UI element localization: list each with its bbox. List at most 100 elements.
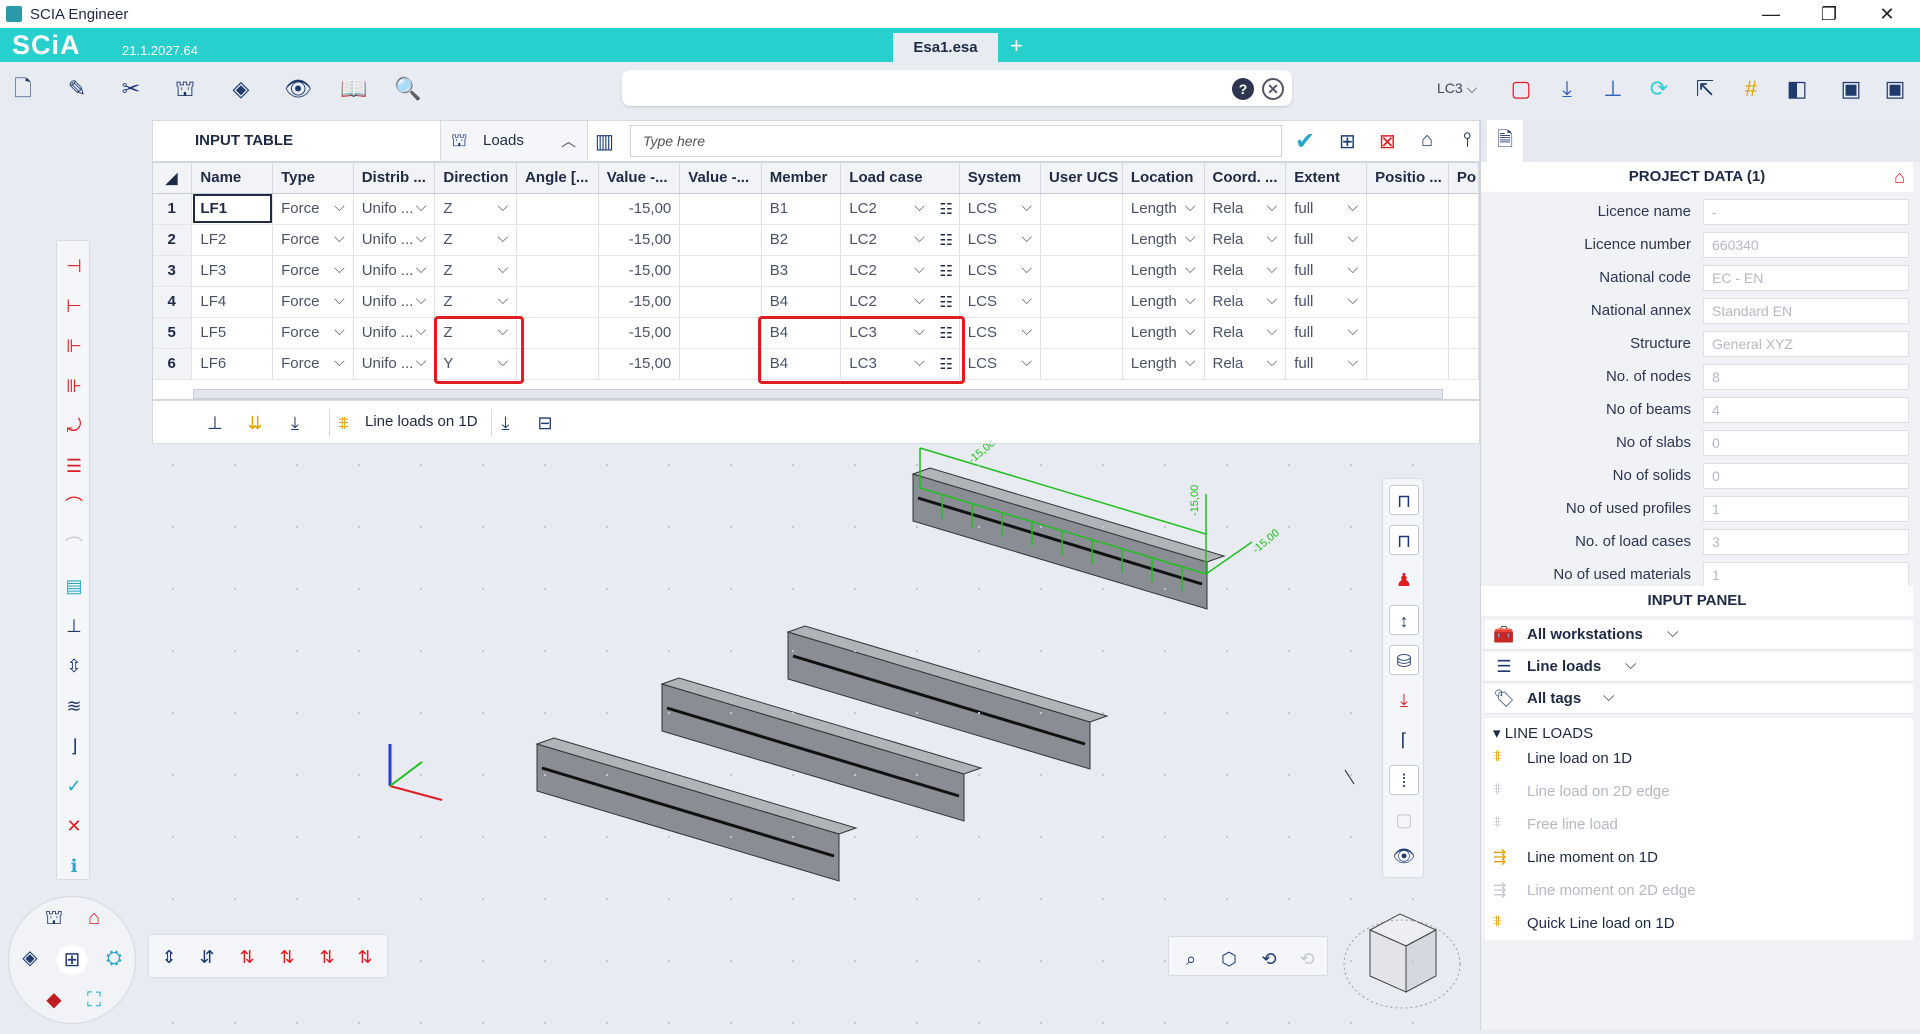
cell-empty[interactable] xyxy=(1448,286,1479,318)
cell-load-case[interactable]: LC2 ☷ ⌵ xyxy=(840,286,960,318)
cell-empty[interactable] xyxy=(1040,193,1123,225)
table-row[interactable]: 4LF4ForceUnifo ...Z-15,00B4LC2☷⌵LCSLengt… xyxy=(153,286,1479,318)
info-tool-icon[interactable]: ℹ xyxy=(63,855,85,877)
cell-distrib[interactable]: Unifo ... xyxy=(353,224,436,256)
col-header[interactable]: Value -... xyxy=(598,163,681,194)
view-icon[interactable]: 👁 xyxy=(284,76,312,102)
col-header[interactable]: Direction xyxy=(434,163,518,194)
cell-extent[interactable]: full xyxy=(1285,193,1368,225)
model-ws-icon[interactable]: ◈ xyxy=(15,943,45,973)
cell-coord[interactable]: Rela xyxy=(1204,286,1287,318)
load-case-list-icon[interactable]: ☷ xyxy=(939,231,952,249)
cell-type[interactable]: Force xyxy=(272,286,354,318)
cell-empty[interactable] xyxy=(516,317,599,349)
cell-location[interactable]: Length xyxy=(1122,348,1205,380)
cell-empty[interactable] xyxy=(679,286,762,318)
cell-direction[interactable]: Z xyxy=(434,286,518,318)
cell-n[interactable]: 1 xyxy=(153,193,193,225)
cell-load-case[interactable]: LC2 ☷ ⌵ xyxy=(840,224,960,256)
delete-row-icon[interactable]: ⊠ xyxy=(1379,129,1396,154)
col-header[interactable]: User UCS xyxy=(1040,163,1123,194)
window-b-icon[interactable]: ▣ xyxy=(1882,76,1908,102)
cell-empty[interactable] xyxy=(1040,224,1123,256)
cell-direction[interactable]: Z xyxy=(434,255,518,287)
col-header[interactable]: Name xyxy=(191,163,274,194)
move-icon[interactable]: ⇕ xyxy=(157,945,181,969)
table-row[interactable]: 2LF2ForceUnifo ...Z-15,00B2LC2☷⌵LCSLengt… xyxy=(153,224,1479,256)
confirm-icon[interactable]: ✔ xyxy=(1295,127,1315,156)
columns-icon[interactable]: ▥ xyxy=(595,129,614,154)
graph-icon[interactable]: ⇱ xyxy=(1692,76,1718,102)
cell-empty[interactable] xyxy=(1448,193,1479,225)
grid-points-icon[interactable]: ⁞ xyxy=(1389,765,1419,795)
category-filter[interactable]: ☰ Line loads ⌵ xyxy=(1485,652,1913,682)
cell-empty[interactable] xyxy=(516,348,599,380)
rect-select-icon[interactable]: ▢ xyxy=(1508,76,1534,102)
cell-value[interactable]: -15,00 xyxy=(598,193,681,225)
snap-icon[interactable]: ⤓ xyxy=(1554,76,1580,102)
cell-load-case[interactable]: LC2 ☷ ⌵ xyxy=(840,193,960,225)
layout-icon[interactable]: ◧ xyxy=(1784,76,1810,102)
add-tab-button[interactable]: + xyxy=(1010,33,1023,59)
load-tool-item[interactable]: ⩨ Quick Line load on 1D xyxy=(1493,909,1893,939)
check-tool-icon[interactable]: ✓ xyxy=(63,775,85,797)
cell-name[interactable]: LF1 xyxy=(191,193,274,225)
cell-empty[interactable] xyxy=(1366,317,1449,349)
thermal-load-icon[interactable]: ⊟ xyxy=(531,409,559,437)
cell-empty[interactable] xyxy=(1366,348,1449,380)
sort-c-icon[interactable]: ⇅ xyxy=(315,945,339,969)
model-icon[interactable]: ◈ xyxy=(228,76,254,102)
zoom-icon[interactable]: ⌕ xyxy=(1179,947,1203,971)
cell-distrib[interactable]: Unifo ... xyxy=(353,193,436,225)
col-header[interactable]: Load case xyxy=(840,163,960,194)
sort-a-icon[interactable]: ⇅ xyxy=(235,945,259,969)
col-header[interactable]: Po xyxy=(1448,163,1479,194)
col-header[interactable]: System xyxy=(959,163,1042,194)
cube-view-icon[interactable]: ⬡ xyxy=(1217,947,1241,971)
tools-icon[interactable]: ✂ xyxy=(118,76,144,102)
point-load-icon[interactable]: ⊥ xyxy=(201,409,229,437)
col-header[interactable]: Angle [... xyxy=(516,163,599,194)
load-tool-item[interactable]: ⇶ Line moment on 1D xyxy=(1493,843,1893,873)
cell-type[interactable]: Force xyxy=(272,348,354,380)
cell-extent[interactable]: full xyxy=(1285,317,1368,349)
cell-system[interactable]: LCS xyxy=(959,224,1042,256)
cell-empty[interactable] xyxy=(516,224,599,256)
chevron-down-icon[interactable]: ⌵ xyxy=(1625,656,1636,673)
table-row[interactable]: 3LF3ForceUnifo ...Z-15,00B3LC2☷⌵LCSLengt… xyxy=(153,255,1479,287)
sort-d-icon[interactable]: ⇅ xyxy=(353,945,377,969)
table-filter-input[interactable]: Type here xyxy=(630,125,1282,157)
beam-b4[interactable] xyxy=(911,467,1226,610)
cell-n[interactable]: 4 xyxy=(153,286,193,318)
cell-coord[interactable]: Rela xyxy=(1204,193,1287,225)
loads-ws-icon[interactable]: ⌂ xyxy=(79,903,109,933)
database-icon[interactable]: ⛁ xyxy=(1389,645,1419,675)
distributed-load-icon[interactable]: ⤾ xyxy=(63,415,85,437)
cell-empty[interactable] xyxy=(679,348,762,380)
cell-empty[interactable] xyxy=(516,193,599,225)
cell-empty[interactable] xyxy=(1366,193,1449,225)
remove-tool-icon[interactable]: ✕ xyxy=(63,815,85,837)
col-header[interactable]: Value -... xyxy=(679,163,762,194)
col-header[interactable]: Coord. ... xyxy=(1204,163,1287,194)
cell-distrib[interactable]: Unifo ... xyxy=(353,348,436,380)
cell-empty[interactable] xyxy=(1366,286,1449,318)
cell-coord[interactable]: Rela xyxy=(1204,224,1287,256)
chevron-down-icon[interactable]: ⌵ xyxy=(1603,688,1614,705)
analysis-ws-icon[interactable]: ⛭ xyxy=(99,943,129,973)
cell-empty[interactable] xyxy=(1366,255,1449,287)
cell-system[interactable]: LCS xyxy=(959,193,1042,225)
center-ws-icon[interactable]: ⊞ xyxy=(57,945,87,975)
chevron-down-icon[interactable]: ⌵ xyxy=(914,291,925,308)
book-icon[interactable]: 📖 xyxy=(340,76,367,102)
cell-empty[interactable] xyxy=(679,255,762,287)
cell-empty[interactable] xyxy=(516,286,599,318)
support-icon[interactable]: ⊥ xyxy=(63,615,85,637)
cell-empty[interactable] xyxy=(1040,317,1123,349)
moment-load-icon[interactable]: ⤓ xyxy=(491,409,519,437)
cell-type[interactable]: Force xyxy=(272,224,354,256)
cell-coord[interactable]: Rela xyxy=(1204,317,1287,349)
cell-location[interactable]: Length xyxy=(1122,193,1205,225)
moment-on-beam-icon[interactable]: ⊪ xyxy=(63,375,85,397)
moment-icon[interactable]: ⊩ xyxy=(63,335,85,357)
